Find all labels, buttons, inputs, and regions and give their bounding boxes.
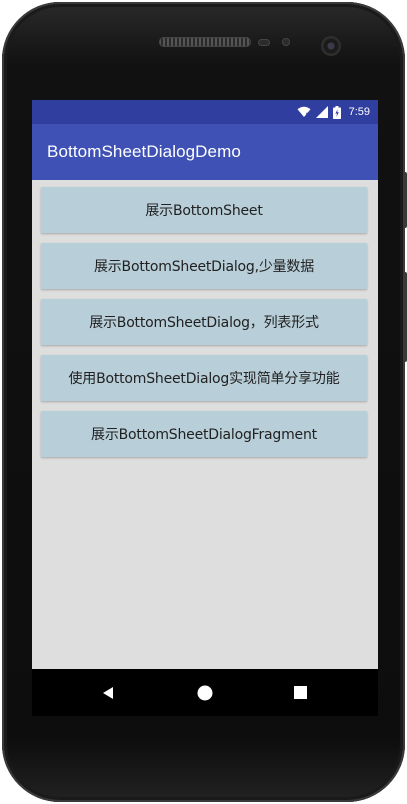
status-time: 7:59 xyxy=(348,106,370,118)
show-bottomsheetdialog-list-button[interactable]: 展示BottomSheetDialog，列表形式 xyxy=(41,299,367,345)
main-content: 展示BottomSheet 展示BottomSheetDialog,少量数据 展… xyxy=(32,180,378,669)
earpiece-speaker xyxy=(159,37,251,47)
app-bar: BottomSheetDialogDemo xyxy=(32,124,378,180)
proximity-sensor xyxy=(258,39,270,46)
screen: 7:59 BottomSheetDialogDemo 展示BottomSheet… xyxy=(32,100,378,716)
share-with-bottomsheetdialog-button[interactable]: 使用BottomSheetDialog实现简单分享功能 xyxy=(41,355,367,401)
front-camera xyxy=(321,36,341,56)
battery-icon xyxy=(332,105,341,119)
light-sensor xyxy=(282,38,290,46)
show-bottomsheetdialogfragment-button[interactable]: 展示BottomSheetDialogFragment xyxy=(41,411,367,457)
show-bottomsheet-button[interactable]: 展示BottomSheet xyxy=(41,187,367,233)
show-bottomsheetdialog-few-data-button[interactable]: 展示BottomSheetDialog,少量数据 xyxy=(41,243,367,289)
volume-button xyxy=(403,272,407,362)
nav-back-button[interactable] xyxy=(78,669,138,716)
wifi-icon xyxy=(297,106,311,117)
power-button xyxy=(403,172,407,228)
phone-frame: 7:59 BottomSheetDialogDemo 展示BottomSheet… xyxy=(2,2,407,802)
recents-icon xyxy=(293,686,307,699)
status-bar: 7:59 xyxy=(32,100,378,124)
app-title: BottomSheetDialogDemo xyxy=(47,142,241,161)
back-icon xyxy=(103,686,113,699)
navigation-bar xyxy=(32,669,378,716)
nav-recents-button[interactable] xyxy=(270,669,330,716)
home-icon xyxy=(197,685,213,700)
signal-icon xyxy=(315,106,328,118)
nav-home-button[interactable] xyxy=(175,669,235,716)
